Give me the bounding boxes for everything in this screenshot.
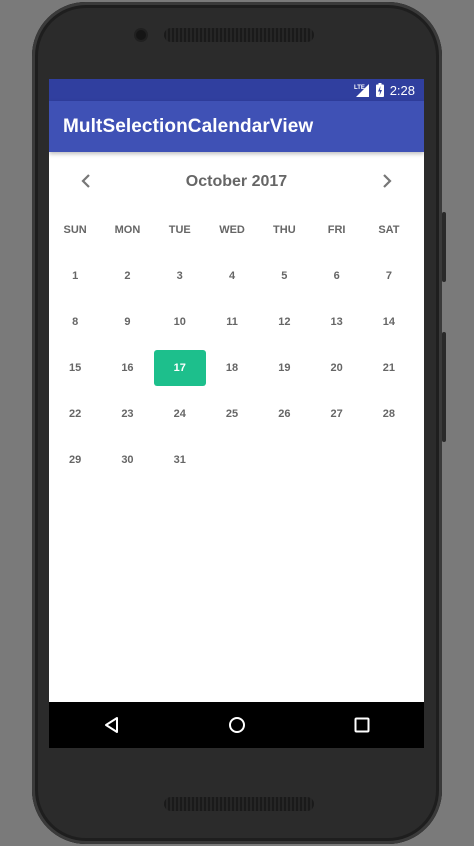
day-cell[interactable]: 31 xyxy=(154,442,206,478)
volume-button xyxy=(442,332,446,442)
day-cell[interactable]: 23 xyxy=(101,396,153,432)
system-navigation-bar xyxy=(49,702,424,748)
battery-charging-icon xyxy=(375,83,384,97)
status-time: 2:28 xyxy=(389,82,415,98)
day-cell[interactable]: 22 xyxy=(49,396,101,432)
selected-day-cell[interactable]: 17 xyxy=(153,350,206,386)
day-cell[interactable]: 2 xyxy=(101,258,153,294)
recents-icon xyxy=(354,717,369,733)
weekday-label: WED xyxy=(219,223,245,236)
weekday-header-row: SUN MON TUE WED THU FRI SAT xyxy=(49,212,424,247)
chevron-left-icon xyxy=(81,174,90,188)
day-cell[interactable]: 7 xyxy=(363,258,415,294)
front-camera xyxy=(136,30,146,40)
day-cell[interactable]: 6 xyxy=(310,258,362,294)
day-cell[interactable]: 25 xyxy=(206,396,258,432)
day-cell[interactable]: 16 xyxy=(101,350,153,386)
day-cell[interactable]: 13 xyxy=(310,304,362,340)
month-title: October 2017 xyxy=(185,173,288,190)
day-cell[interactable]: 3 xyxy=(154,258,206,294)
day-cell[interactable]: 10 xyxy=(154,304,206,340)
home-button[interactable] xyxy=(217,705,257,745)
day-cell[interactable]: 4 xyxy=(206,258,258,294)
day-cell[interactable]: 29 xyxy=(49,442,101,478)
weekday-label: MON xyxy=(114,223,141,236)
weekday-label: FRI xyxy=(327,223,346,236)
weekday-label: TUE xyxy=(168,223,191,236)
day-cell[interactable]: 12 xyxy=(258,304,310,340)
previous-month-button[interactable] xyxy=(73,168,99,194)
day-cell[interactable]: 26 xyxy=(258,396,310,432)
weekday-label: SUN xyxy=(63,223,87,236)
screen: LTE 2:28 MultSelectionCalendarView Octob… xyxy=(49,79,424,748)
day-cell[interactable]: 14 xyxy=(363,304,415,340)
day-cell[interactable]: 24 xyxy=(154,396,206,432)
day-cell[interactable]: 9 xyxy=(101,304,153,340)
next-month-button[interactable] xyxy=(374,168,400,194)
day-cell[interactable]: 15 xyxy=(49,350,101,386)
weekday-label: THU xyxy=(273,223,296,236)
day-cell[interactable]: 1 xyxy=(49,258,101,294)
day-cell[interactable]: 5 xyxy=(258,258,310,294)
power-button xyxy=(442,212,446,282)
top-speaker xyxy=(164,28,314,42)
calendar-day-grid: 1 2 3 4 5 6 7 8 9 10 11 12 13 14 15 16 17 18 19 20 21 22 23 24 2… xyxy=(49,258,424,488)
bottom-speaker xyxy=(164,797,314,811)
app-title: MultSelectionCalendarView xyxy=(63,115,314,137)
back-icon xyxy=(104,717,118,733)
recents-button[interactable] xyxy=(342,705,382,745)
back-button[interactable] xyxy=(92,705,132,745)
day-cell[interactable]: 27 xyxy=(310,396,362,432)
lte-signal-icon: LTE xyxy=(354,83,370,97)
day-cell[interactable]: 28 xyxy=(363,396,415,432)
day-cell[interactable]: 19 xyxy=(258,350,310,386)
calendar-header: October 2017 xyxy=(49,152,424,212)
status-bar: LTE 2:28 xyxy=(49,79,424,101)
day-cell[interactable]: 21 xyxy=(363,350,415,386)
day-cell[interactable]: 18 xyxy=(206,350,258,386)
app-bar: MultSelectionCalendarView xyxy=(49,101,424,152)
day-cell[interactable]: 30 xyxy=(101,442,153,478)
day-cell[interactable]: 11 xyxy=(206,304,258,340)
chevron-right-icon xyxy=(383,174,392,188)
weekday-label: SAT xyxy=(378,223,400,236)
day-cell[interactable]: 20 xyxy=(310,350,362,386)
home-icon xyxy=(228,717,245,733)
day-cell[interactable]: 8 xyxy=(49,304,101,340)
